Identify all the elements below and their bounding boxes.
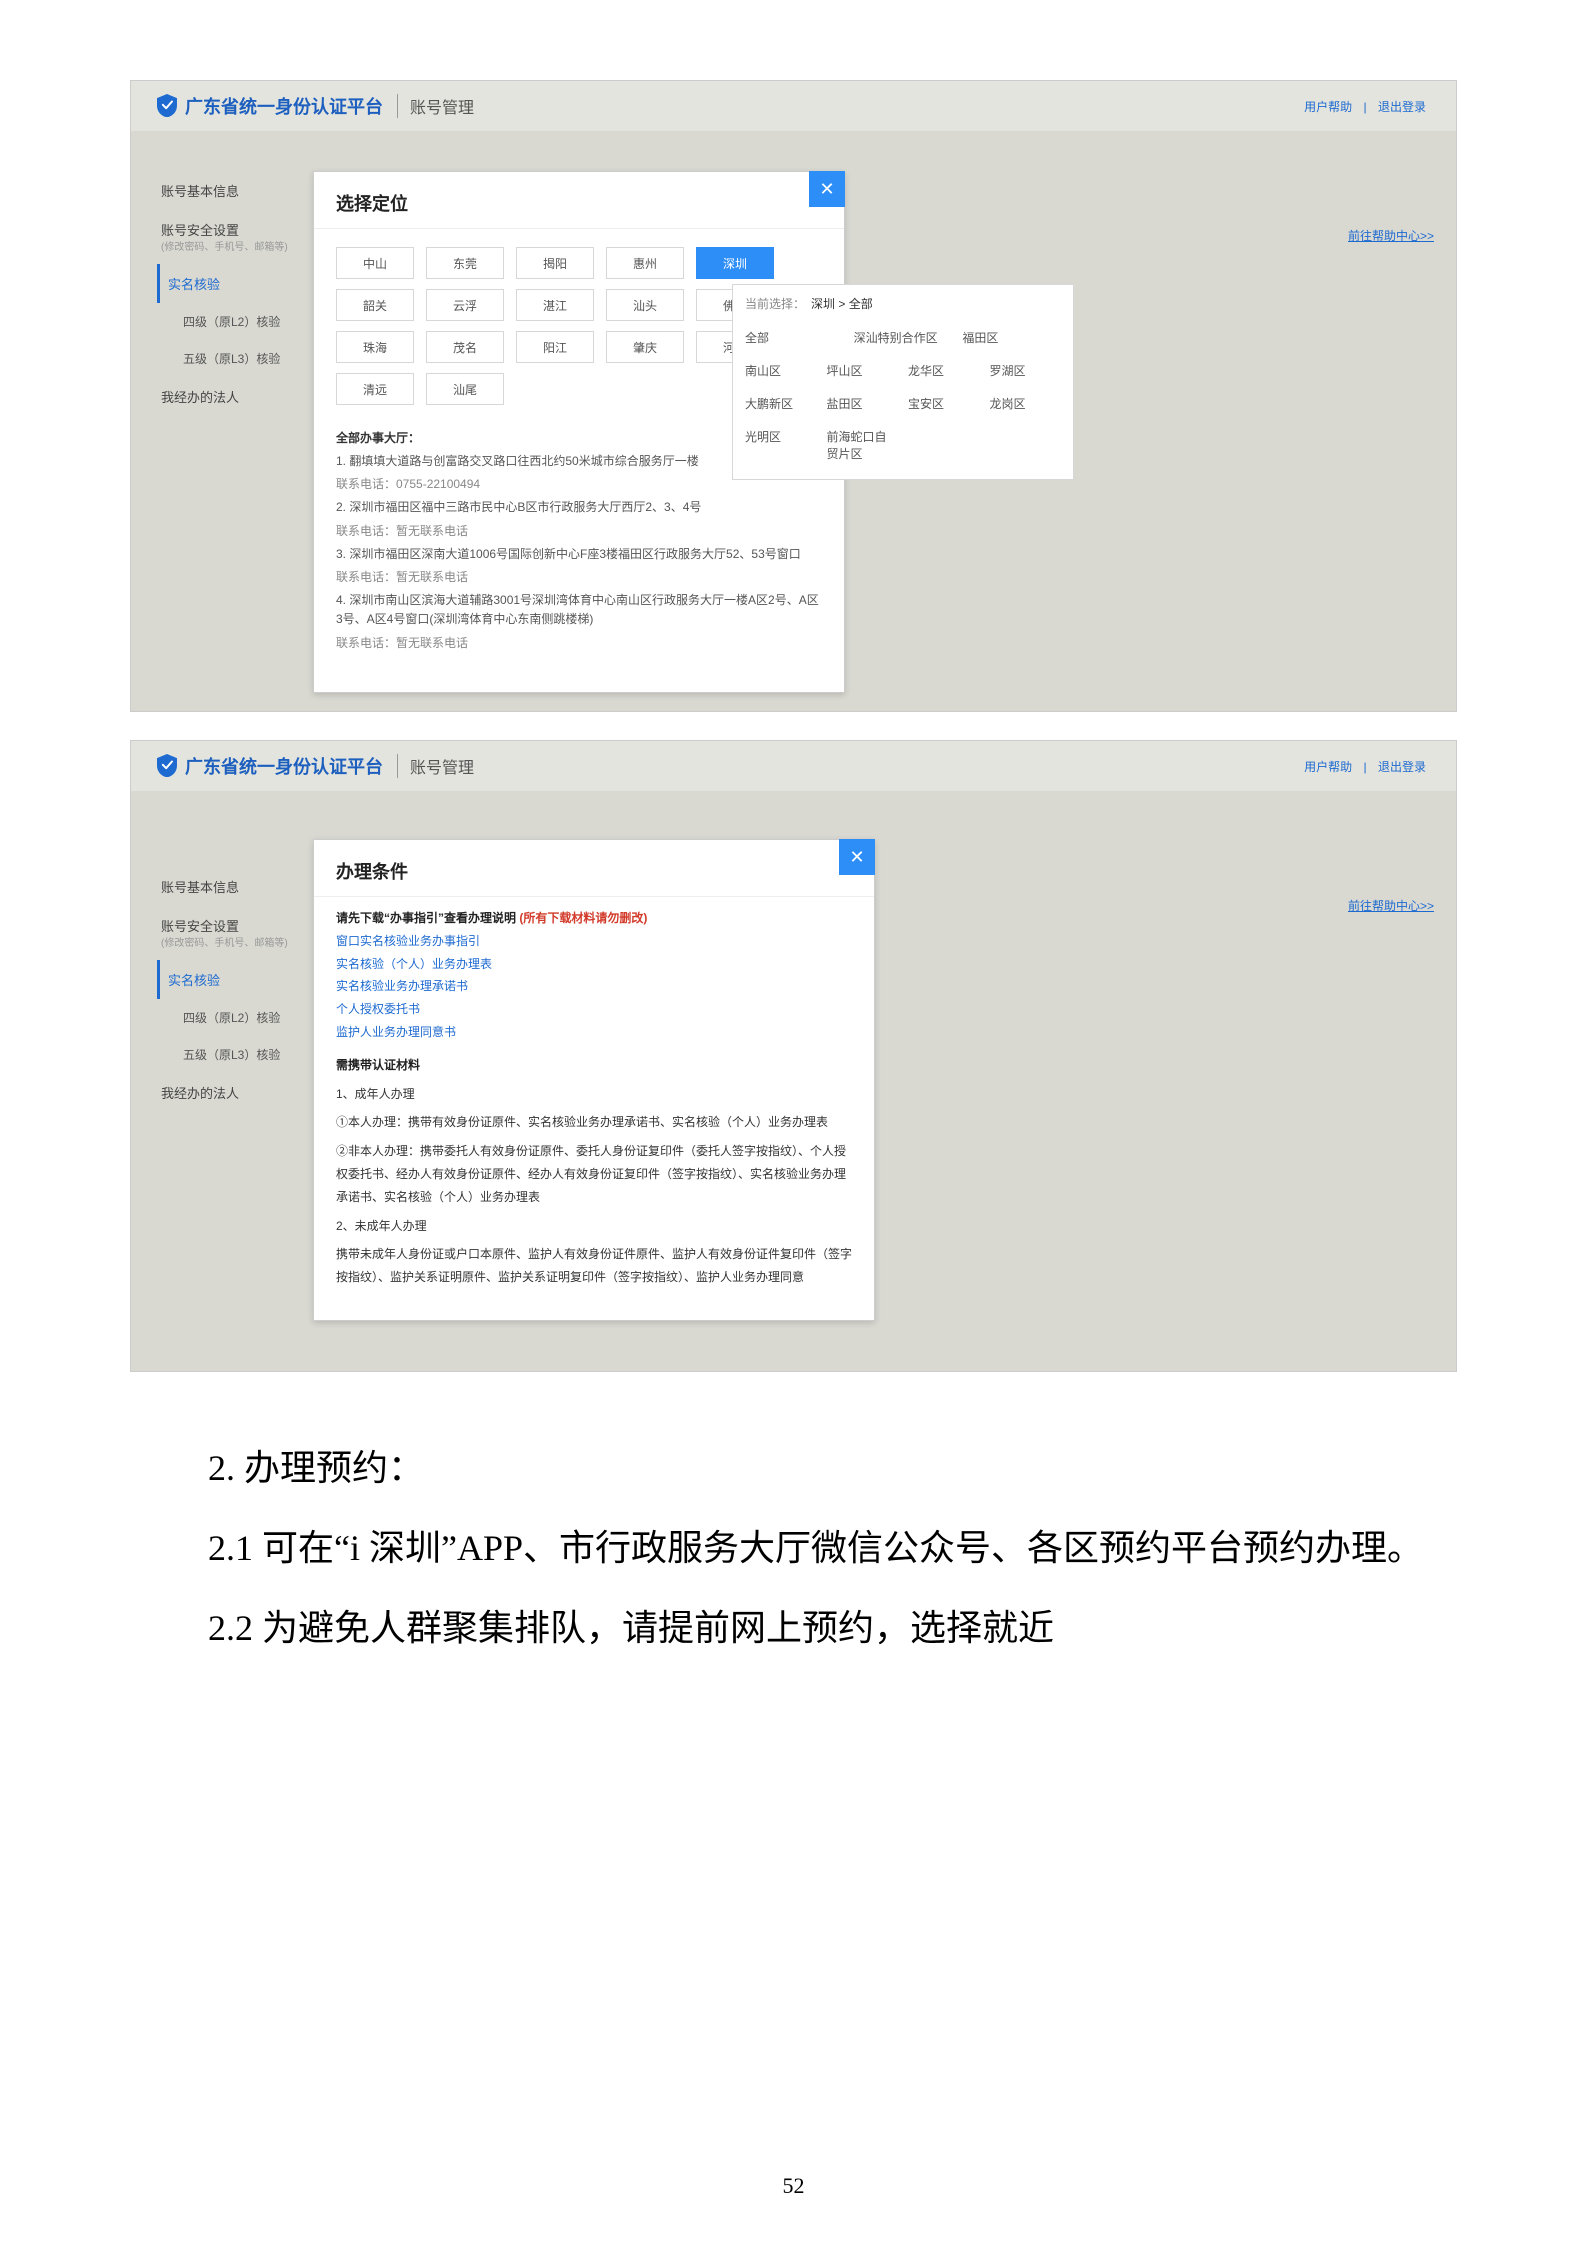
district-option[interactable]: 龙华区 — [908, 359, 980, 382]
conditions-modal: ✕ 办理条件 请先下载“办事指引”查看办理说明 (所有下载材料请勿删改) 窗口实… — [313, 839, 875, 1321]
sidebar-item-l2[interactable]: 四级（原L2）核验 — [157, 303, 307, 340]
select-location-modal: ✕ 选择定位 中山东莞揭阳惠州深圳韶关云浮湛江汕头佛山珠海茂名阳江肇庆河源清远汕… — [313, 171, 845, 693]
sidebar-item-realname[interactable]: 实名核验 — [157, 960, 307, 999]
sidebar-item-l2[interactable]: 四级（原L2）核验 — [157, 999, 307, 1036]
download-link[interactable]: 实名核验（个人）业务办理表 — [336, 953, 852, 976]
district-option[interactable]: 坪山区 — [827, 359, 899, 382]
download-link[interactable]: 个人授权委托书 — [336, 998, 852, 1021]
city-option[interactable]: 阳江 — [516, 331, 594, 363]
materials-line: ②非本人办理：携带委托人有效身份证原件、委托人身份证复印件（委托人签字按指纹）、… — [336, 1140, 852, 1208]
district-option[interactable]: 龙岗区 — [990, 392, 1062, 415]
sidebar-item-basic[interactable]: 账号基本信息 — [157, 867, 307, 906]
download-link[interactable]: 窗口实名核验业务办事指引 — [336, 930, 852, 953]
sidebar-item-legal[interactable]: 我经办的法人 — [157, 1073, 307, 1112]
city-option[interactable]: 汕头 — [606, 289, 684, 321]
city-option[interactable]: 肇庆 — [606, 331, 684, 363]
sidebar-item-l3[interactable]: 五级（原L3）核验 — [157, 1036, 307, 1073]
hall-tel: 联系电话：暂无联系电话 — [336, 522, 822, 541]
district-option[interactable]: 大鹏新区 — [745, 392, 817, 415]
city-option[interactable]: 东莞 — [426, 247, 504, 279]
materials-line: 携带未成年人身份证或户口本原件、监护人有效身份证件原件、监护人有效身份证件复印件… — [336, 1243, 852, 1289]
logout-link[interactable]: 退出登录 — [1378, 760, 1426, 774]
hall-item: 3. 深圳市福田区深南大道1006号国际创新中心F座3楼福田区行政服务大厅52、… — [336, 545, 822, 564]
sidebar-item-security-sub: (修改密码、手机号、邮箱等) — [157, 241, 307, 264]
materials-line: 2、未成年人办理 — [336, 1215, 852, 1238]
city-option[interactable]: 深圳 — [696, 247, 774, 279]
district-option[interactable]: 南山区 — [745, 359, 817, 382]
city-option[interactable]: 茂名 — [426, 331, 504, 363]
sidebar-item-security-sub: (修改密码、手机号、邮箱等) — [157, 937, 307, 960]
district-option[interactable]: 光明区 — [745, 425, 817, 465]
instructions: 请先下载“办事指引”查看办理说明 (所有下载材料请勿删改) 窗口实名核验业务办事… — [314, 907, 874, 1305]
lead-line: 请先下载“办事指引”查看办理说明 (所有下载材料请勿删改) — [336, 907, 852, 930]
city-option[interactable]: 云浮 — [426, 289, 504, 321]
sidebar: 账号基本信息 账号安全设置 (修改密码、手机号、邮箱等) 实名核验 四级（原L2… — [157, 867, 307, 1112]
city-option[interactable]: 韶关 — [336, 289, 414, 321]
district-option[interactable]: 盐田区 — [827, 392, 899, 415]
city-option[interactable]: 汕尾 — [426, 373, 504, 405]
app-subtitle: 账号管理 — [397, 94, 474, 118]
district-option[interactable]: 宝安区 — [908, 392, 980, 415]
doc-line: 2. 办理预约： — [136, 1432, 1451, 1504]
sidebar: 账号基本信息 账号安全设置 (修改密码、手机号、邮箱等) 实名核验 四级（原L2… — [157, 171, 307, 416]
help-center-link[interactable]: 前往帮助中心>> — [1348, 897, 1434, 914]
sidebar-item-l3[interactable]: 五级（原L3）核验 — [157, 340, 307, 377]
close-icon[interactable]: ✕ — [809, 171, 845, 207]
city-option[interactable]: 揭阳 — [516, 247, 594, 279]
materials-line: ①本人办理：携带有效身份证原件、实名核验业务办理承诺书、实名核验（个人）业务办理… — [336, 1111, 852, 1134]
help-link[interactable]: 用户帮助 — [1304, 760, 1352, 774]
city-option[interactable]: 珠海 — [336, 331, 414, 363]
materials-heading: 需携带认证材料 — [336, 1054, 852, 1077]
app-title: 广东省统一身份认证平台 — [185, 753, 383, 779]
close-icon[interactable]: ✕ — [839, 839, 875, 875]
download-link[interactable]: 监护人业务办理同意书 — [336, 1021, 852, 1044]
hall-item: 4. 深圳市南山区滨海大道辅路3001号深圳湾体育中心南山区行政服务大厅一楼A区… — [336, 591, 822, 629]
help-link[interactable]: 用户帮助 — [1304, 100, 1352, 114]
header-links: 用户帮助 | 退出登录 — [1300, 98, 1430, 115]
district-option[interactable]: 深汕特别合作区 — [854, 326, 953, 349]
screenshot-select-location: 广东省统一身份认证平台 账号管理 用户帮助 | 退出登录 账号基本信息 账号安全… — [130, 80, 1457, 712]
city-option[interactable]: 惠州 — [606, 247, 684, 279]
sidebar-item-realname[interactable]: 实名核验 — [157, 264, 307, 303]
app-title: 广东省统一身份认证平台 — [185, 93, 383, 119]
district-option[interactable]: 前海蛇口自贸片区 — [827, 425, 899, 465]
hall-tel: 联系电话：暂无联系电话 — [336, 568, 822, 587]
sidebar-item-security[interactable]: 账号安全设置 — [157, 906, 307, 937]
hall-item: 2. 深圳市福田区福中三路市民中心B区市行政服务大厅西厅2、3、4号 — [336, 498, 822, 517]
header-links: 用户帮助 | 退出登录 — [1300, 758, 1430, 775]
sidebar-item-basic[interactable]: 账号基本信息 — [157, 171, 307, 210]
modal-title: 办理条件 — [336, 858, 874, 884]
help-center-link[interactable]: 前往帮助中心>> — [1348, 227, 1434, 244]
app-header: 广东省统一身份认证平台 账号管理 用户帮助 | 退出登录 — [131, 741, 1456, 791]
screenshot-conditions: 广东省统一身份认证平台 账号管理 用户帮助 | 退出登录 实名核验 账号基本信息… — [130, 740, 1457, 1372]
city-option[interactable]: 湛江 — [516, 289, 594, 321]
download-link[interactable]: 实名核验业务办理承诺书 — [336, 975, 852, 998]
sidebar-item-security[interactable]: 账号安全设置 — [157, 210, 307, 241]
app-header: 广东省统一身份认证平台 账号管理 用户帮助 | 退出登录 — [131, 81, 1456, 131]
logout-link[interactable]: 退出登录 — [1378, 100, 1426, 114]
doc-line: 2.1 可在“i 深圳”APP、市行政服务大厅微信公众号、各区预约平台预约办理。 — [136, 1512, 1451, 1584]
city-option[interactable]: 清远 — [336, 373, 414, 405]
district-option[interactable]: 福田区 — [962, 326, 1061, 349]
district-panel: 当前选择： 深圳 > 全部 全部深汕特别合作区福田区 南山区坪山区龙华区罗湖区大… — [732, 284, 1074, 480]
sidebar-item-legal[interactable]: 我经办的法人 — [157, 377, 307, 416]
hall-tel: 联系电话：暂无联系电话 — [336, 634, 822, 653]
shield-icon — [157, 754, 177, 778]
app-subtitle: 账号管理 — [397, 754, 474, 778]
document-body: 2. 办理预约： 2.1 可在“i 深圳”APP、市行政服务大厅微信公众号、各区… — [136, 1432, 1451, 1664]
doc-line: 2.2 为避免人群聚集排队，请提前网上预约，选择就近 — [136, 1592, 1451, 1664]
city-option[interactable]: 中山 — [336, 247, 414, 279]
page-number: 52 — [0, 2173, 1587, 2199]
materials-line: 1、成年人办理 — [336, 1083, 852, 1106]
district-option[interactable]: 全部 — [745, 326, 844, 349]
modal-title: 选择定位 — [336, 190, 844, 216]
district-option[interactable]: 罗湖区 — [990, 359, 1062, 382]
shield-icon — [157, 94, 177, 118]
